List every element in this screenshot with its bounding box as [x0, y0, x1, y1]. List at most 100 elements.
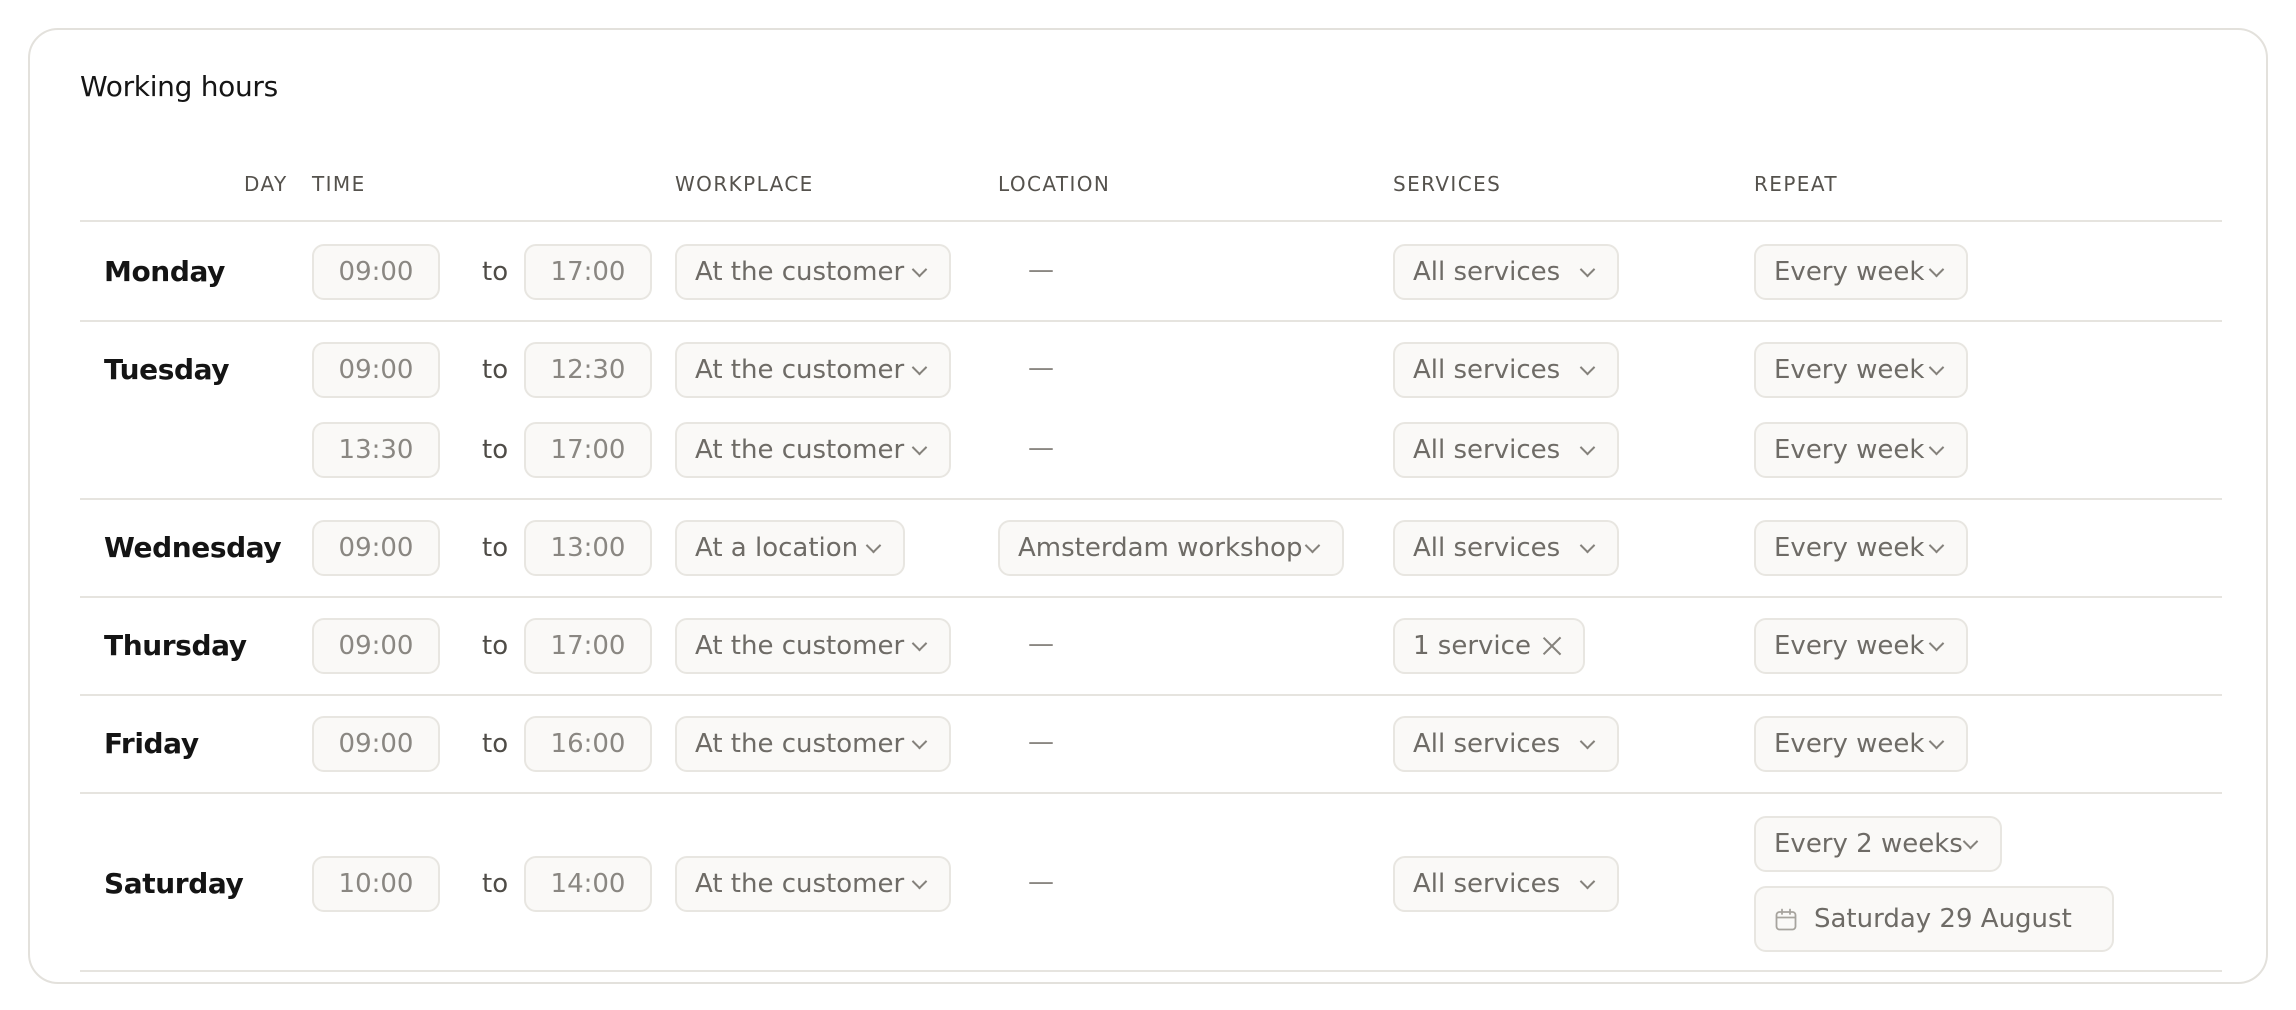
chevron-down-icon [911, 261, 928, 278]
chevron-down-icon [1928, 359, 1945, 376]
to-label: to [482, 869, 509, 899]
start-time-input[interactable]: 13:30 [312, 422, 440, 478]
services-select[interactable]: All services [1393, 422, 1619, 478]
workplace-select[interactable]: At the customer [675, 342, 951, 398]
repeat-select[interactable]: Every week [1754, 342, 1968, 398]
chevron-down-icon [1579, 359, 1596, 376]
repeat-value: Every week [1774, 435, 1925, 465]
chevron-down-icon [1928, 439, 1945, 456]
end-time-input[interactable]: 16:00 [524, 716, 652, 772]
column-header-services: SERVICES [1393, 172, 1502, 196]
repeat-select[interactable]: Every week [1754, 716, 1968, 772]
location-select[interactable]: Amsterdam workshop [998, 520, 1344, 576]
table-row-thursday: Thursday 09:00 to 17:00 At the customer … [80, 598, 2222, 696]
services-select[interactable]: All services [1393, 342, 1619, 398]
calendar-icon [1775, 908, 1797, 931]
start-time-input[interactable]: 09:00 [312, 618, 440, 674]
chevron-down-icon [1304, 537, 1321, 554]
time-slot: 09:00 to 17:00 At the customer — 1 servi… [80, 618, 2222, 674]
card-title: Working hours [80, 70, 278, 103]
workplace-value: At the customer [695, 729, 905, 759]
chevron-down-icon [1928, 635, 1945, 652]
repeat-value: Every week [1774, 533, 1925, 563]
chevron-down-icon [1928, 261, 1945, 278]
start-time-input[interactable]: 09:00 [312, 716, 440, 772]
repeat-value: Every week [1774, 631, 1925, 661]
repeat-value: Every 2 weeks [1774, 829, 1963, 859]
services-select[interactable]: All services [1393, 244, 1619, 300]
column-header-workplace: WORKPLACE [675, 172, 814, 196]
chevron-down-icon [911, 873, 928, 890]
to-label: to [482, 355, 509, 385]
workplace-value: At the customer [695, 355, 905, 385]
repeat-select[interactable]: Every week [1754, 618, 1968, 674]
working-hours-card: Working hours DAY TIME WORKPLACE LOCATIO… [28, 28, 2268, 984]
workplace-value: At the customer [695, 257, 905, 287]
chevron-down-icon [911, 439, 928, 456]
workplace-select[interactable]: At the customer [675, 618, 951, 674]
clear-icon[interactable] [1541, 635, 1563, 657]
services-value: All services [1413, 435, 1561, 465]
location-empty: — [1028, 867, 1054, 897]
to-label: to [482, 435, 509, 465]
repeat-select[interactable]: Every week [1754, 520, 1968, 576]
chevron-down-icon [911, 359, 928, 376]
repeat-value: Every week [1774, 729, 1925, 759]
chevron-down-icon [1579, 873, 1596, 890]
services-value: 1 service [1413, 631, 1531, 661]
date-value: Saturday 29 August [1814, 904, 2072, 934]
workplace-select[interactable]: At the customer [675, 716, 951, 772]
to-label: to [482, 631, 509, 661]
end-time-input[interactable]: 17:00 [524, 244, 652, 300]
services-value: All services [1413, 869, 1561, 899]
location-empty: — [1028, 353, 1054, 383]
table-row-wednesday: Wednesday 09:00 to 13:00 At a location A… [80, 500, 2222, 598]
workplace-value: At a location [695, 533, 859, 563]
workplace-select[interactable]: At a location [675, 520, 905, 576]
chevron-down-icon [1928, 733, 1945, 750]
column-header-repeat: REPEAT [1754, 172, 1838, 196]
table-row-friday: Friday 09:00 to 16:00 At the customer — … [80, 696, 2222, 794]
services-select[interactable]: All services [1393, 856, 1619, 912]
location-empty: — [1028, 433, 1054, 463]
services-select[interactable]: All services [1393, 520, 1619, 576]
end-time-input[interactable]: 13:00 [524, 520, 652, 576]
chevron-down-icon [1579, 537, 1596, 554]
end-time-input[interactable]: 14:00 [524, 856, 652, 912]
chevron-down-icon [911, 635, 928, 652]
services-select[interactable]: All services [1393, 716, 1619, 772]
repeat-select[interactable]: Every week [1754, 422, 1968, 478]
start-time-input[interactable]: 09:00 [312, 520, 440, 576]
workplace-select[interactable]: At the customer [675, 244, 951, 300]
workplace-select[interactable]: At the customer [675, 422, 951, 478]
chevron-down-icon [1962, 833, 1979, 850]
end-time-input[interactable]: 17:00 [524, 422, 652, 478]
end-time-input[interactable]: 12:30 [524, 342, 652, 398]
chevron-down-icon [911, 733, 928, 750]
workplace-select[interactable]: At the customer [675, 856, 951, 912]
services-value: All services [1413, 355, 1561, 385]
table-row-saturday: Saturday 10:00 to 14:00 At the customer … [80, 794, 2222, 972]
location-empty: — [1028, 727, 1054, 757]
time-slot: 09:00 to 12:30 At the customer — All ser… [80, 342, 2222, 398]
start-time-input[interactable]: 09:00 [312, 244, 440, 300]
table-header: DAY TIME WORKPLACE LOCATION SERVICES REP… [80, 140, 2222, 222]
services-value: All services [1413, 257, 1561, 287]
services-value: All services [1413, 729, 1561, 759]
time-slot: 09:00 to 13:00 At a location Amsterdam w… [80, 520, 2222, 576]
end-time-input[interactable]: 17:00 [524, 618, 652, 674]
location-value: Amsterdam workshop [1018, 533, 1303, 563]
table-row-monday: Monday 09:00 to 17:00 At the customer — … [80, 224, 2222, 322]
table-row-tuesday: Tuesday 09:00 to 12:30 At the customer —… [80, 322, 2222, 500]
services-select[interactable]: 1 service [1393, 618, 1585, 674]
location-empty: — [1028, 255, 1054, 285]
start-time-input[interactable]: 09:00 [312, 342, 440, 398]
repeat-select[interactable]: Every 2 weeks [1754, 816, 2002, 872]
repeat-select[interactable]: Every week [1754, 244, 1968, 300]
services-value: All services [1413, 533, 1561, 563]
chevron-down-icon [1579, 733, 1596, 750]
repeat-value: Every week [1774, 257, 1925, 287]
chevron-down-icon [1579, 261, 1596, 278]
repeat-start-date-picker[interactable]: Saturday 29 August [1754, 886, 2114, 952]
start-time-input[interactable]: 10:00 [312, 856, 440, 912]
